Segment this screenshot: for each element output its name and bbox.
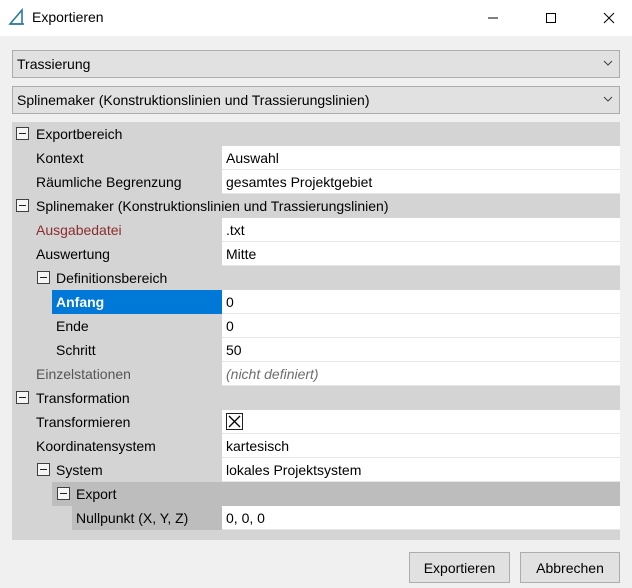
property-label: Schritt [56,342,96,358]
property-name-cell: Kontext [32,146,222,170]
format-select[interactable]: Trassierung [12,50,620,78]
property-value: 0, 0, 0 [226,510,265,526]
transformieren-checkbox[interactable] [226,413,243,430]
property-value-field[interactable]: Auswahl [222,146,620,170]
property-row-system[interactable]: System lokales Projektsystem [12,458,620,482]
exporter-select-value: Splinemaker (Konstruktionslinien und Tra… [17,92,370,108]
category-label: Export [76,486,117,502]
property-name-cell: Transformieren [32,410,222,434]
property-row-kontext[interactable]: Kontext Auswahl [12,146,620,170]
property-value: gesamtes Projektgebiet [226,174,373,190]
property-value: kartesisch [226,438,290,454]
category-exportbereich[interactable]: Exportbereich [12,122,620,146]
maximize-icon [546,13,556,23]
property-name-cell: Einzelstationen [32,362,222,386]
property-label: Ende [56,318,89,334]
property-row-schritt[interactable]: Schritt 50 [12,338,620,362]
category-label: Definitionsbereich [56,270,168,286]
category-label: Splinemaker (Konstruktionslinien und Tra… [36,198,389,214]
property-value-field[interactable]: (nicht definiert) [222,362,620,386]
maximize-button[interactable] [528,0,574,36]
property-value: (nicht definiert) [226,366,319,382]
property-value-field [222,410,620,434]
property-value-field[interactable]: 0 [222,314,620,338]
property-name-cell: Anfang [52,290,222,314]
property-row-begrenzung[interactable]: Räumliche Begrenzung gesamtes Projektgeb… [12,170,620,194]
property-value: lokales Projektsystem [226,462,362,478]
checked-x-icon [228,415,241,428]
property-name-cell: Schritt [52,338,222,362]
property-label: System [56,462,103,478]
property-label: Räumliche Begrenzung [36,174,182,190]
property-name-cell: System [32,458,222,482]
property-label: Auswertung [36,246,110,262]
property-label: Transformieren [36,414,131,430]
property-value: 50 [226,342,242,358]
category-transformation[interactable]: Transformation [12,386,620,410]
property-name-cell: Räumliche Begrenzung [32,170,222,194]
format-select-value: Trassierung [17,56,91,72]
property-label: Anfang [56,294,105,310]
property-value: .txt [226,222,245,238]
window-title: Exportieren [32,9,104,25]
property-label: Einzelstationen [36,366,131,382]
property-value-field[interactable]: kartesisch [222,434,620,458]
cancel-button[interactable]: Abbrechen [520,552,620,583]
collapse-icon[interactable] [16,391,29,404]
property-value-field[interactable]: gesamtes Projektgebiet [222,170,620,194]
close-icon [603,12,615,24]
property-value-field[interactable]: 50 [222,338,620,362]
property-label: Koordinatensystem [36,438,156,454]
category-label: Transformation [36,390,130,406]
property-value-field[interactable]: 0 [222,290,620,314]
exporter-select[interactable]: Splinemaker (Konstruktionslinien und Tra… [12,86,620,114]
property-value: 0 [226,318,234,334]
property-name-cell: Ausgabedatei [32,218,222,242]
property-row-nullpunkt[interactable]: Nullpunkt (X, Y, Z) 0, 0, 0 [12,506,620,530]
property-value: Mitte [226,246,257,262]
property-label: Kontext [36,150,84,166]
collapse-icon[interactable] [37,463,50,476]
property-value-field[interactable]: .txt [222,218,620,242]
property-name-cell: Auswertung [32,242,222,266]
property-value-field[interactable]: 0, 0, 0 [222,506,620,530]
property-row-ende[interactable]: Ende 0 [12,314,620,338]
collapse-icon[interactable] [16,199,29,212]
property-label: Nullpunkt (X, Y, Z) [76,510,189,526]
title-bar: Exportieren [0,0,632,36]
close-button[interactable] [586,0,632,36]
subcategory-cell: Export [52,482,620,506]
property-row-koordinatensystem[interactable]: Koordinatensystem kartesisch [12,434,620,458]
category-splinemaker[interactable]: Splinemaker (Konstruktionslinien und Tra… [12,194,620,218]
app-icon [8,8,24,25]
chevron-down-icon [603,96,613,102]
property-value: 0 [226,294,234,310]
property-grid: Exportbereich Kontext Auswahl Räumliche … [12,122,620,540]
property-label: Ausgabedatei [36,222,122,238]
property-row-auswertung[interactable]: Auswertung Mitte [12,242,620,266]
collapse-icon[interactable] [57,487,70,500]
category-label: Exportbereich [36,126,123,142]
collapse-icon[interactable] [16,127,29,140]
property-name-cell: Ende [52,314,222,338]
property-row-transformieren[interactable]: Transformieren [12,410,620,434]
collapse-icon[interactable] [37,271,50,284]
property-value-field[interactable]: Mitte [222,242,620,266]
property-row-ausgabedatei[interactable]: Ausgabedatei .txt [12,218,620,242]
property-value: Auswahl [226,150,279,166]
property-name-cell: Koordinatensystem [32,434,222,458]
category-export[interactable]: Export [12,482,620,506]
chevron-down-icon [603,60,613,66]
property-value-field[interactable]: lokales Projektsystem [222,458,620,482]
category-definitionsbereich[interactable]: Definitionsbereich [12,266,620,290]
minimize-button[interactable] [470,0,516,36]
property-row-anfang[interactable]: Anfang 0 [12,290,620,314]
export-button[interactable]: Exportieren [409,552,510,583]
property-name-cell: Nullpunkt (X, Y, Z) [72,506,222,530]
property-row-einzelstationen[interactable]: Einzelstationen (nicht definiert) [12,362,620,386]
minimize-icon [488,17,498,19]
